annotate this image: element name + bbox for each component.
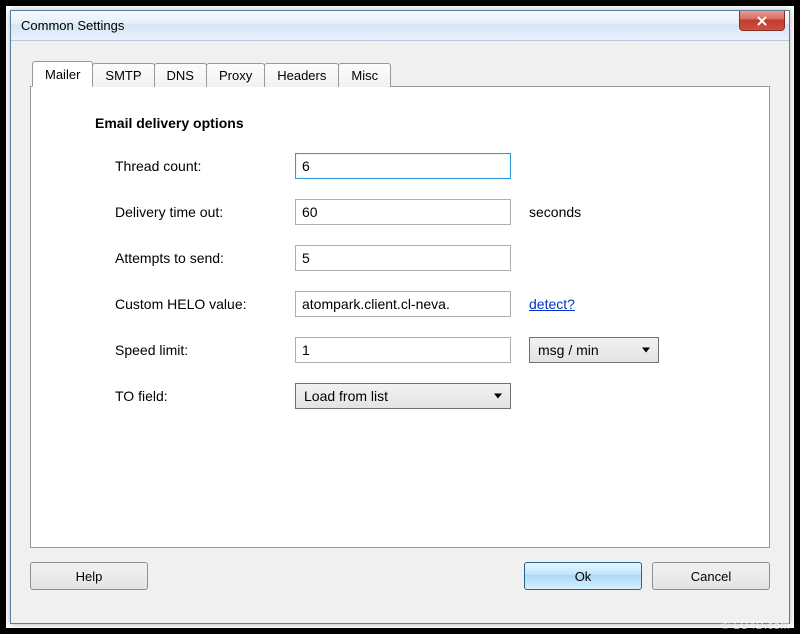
help-button[interactable]: Help [30, 562, 148, 590]
tab-dns[interactable]: DNS [154, 63, 207, 87]
input-attempts[interactable] [295, 245, 511, 271]
label-delivery-timeout: Delivery time out: [95, 204, 295, 220]
tab-strip: Mailer SMTP DNS Proxy Headers Misc [32, 60, 770, 86]
select-speed-unit-value: msg / min [538, 342, 599, 358]
label-custom-helo: Custom HELO value: [95, 296, 295, 312]
tab-misc[interactable]: Misc [338, 63, 391, 87]
titlebar[interactable]: Common Settings [11, 11, 789, 41]
label-to-field: TO field: [95, 388, 295, 404]
input-thread-count[interactable] [295, 153, 511, 179]
row-thread-count: Thread count: [95, 153, 729, 179]
label-speed-limit: Speed limit: [95, 342, 295, 358]
input-delivery-timeout[interactable] [295, 199, 511, 225]
close-icon [756, 16, 768, 26]
section-title: Email delivery options [95, 115, 729, 131]
button-bar: Help Ok Cancel [30, 562, 770, 590]
select-to-field[interactable]: Load from list [295, 383, 511, 409]
row-delivery-timeout: Delivery time out: seconds [95, 199, 729, 225]
input-custom-helo[interactable] [295, 291, 511, 317]
ok-button[interactable]: Ok [524, 562, 642, 590]
label-attempts: Attempts to send: [95, 250, 295, 266]
tab-mailer[interactable]: Mailer [32, 61, 93, 87]
row-speed-limit: Speed limit: msg / min [95, 337, 729, 363]
chevron-down-icon [494, 394, 502, 399]
tab-smtp[interactable]: SMTP [92, 63, 154, 87]
select-speed-unit[interactable]: msg / min [529, 337, 659, 363]
window-title: Common Settings [21, 18, 124, 33]
close-button[interactable] [739, 11, 785, 31]
tab-headers[interactable]: Headers [264, 63, 339, 87]
input-speed-limit[interactable] [295, 337, 511, 363]
row-custom-helo: Custom HELO value: detect? [95, 291, 729, 317]
dialog-window: Common Settings Mailer SMTP DNS Proxy He… [10, 10, 790, 624]
label-thread-count: Thread count: [95, 158, 295, 174]
chevron-down-icon [642, 348, 650, 353]
link-detect[interactable]: detect? [529, 296, 575, 312]
select-to-field-value: Load from list [304, 388, 388, 404]
watermark: © LO4D.com [721, 620, 792, 632]
row-attempts: Attempts to send: [95, 245, 729, 271]
tab-proxy[interactable]: Proxy [206, 63, 265, 87]
cancel-button[interactable]: Cancel [652, 562, 770, 590]
suffix-seconds: seconds [529, 204, 581, 220]
row-to-field: TO field: Load from list [95, 383, 729, 409]
client-area: Mailer SMTP DNS Proxy Headers Misc Email… [12, 42, 788, 622]
tab-panel: Email delivery options Thread count: Del… [30, 86, 770, 548]
